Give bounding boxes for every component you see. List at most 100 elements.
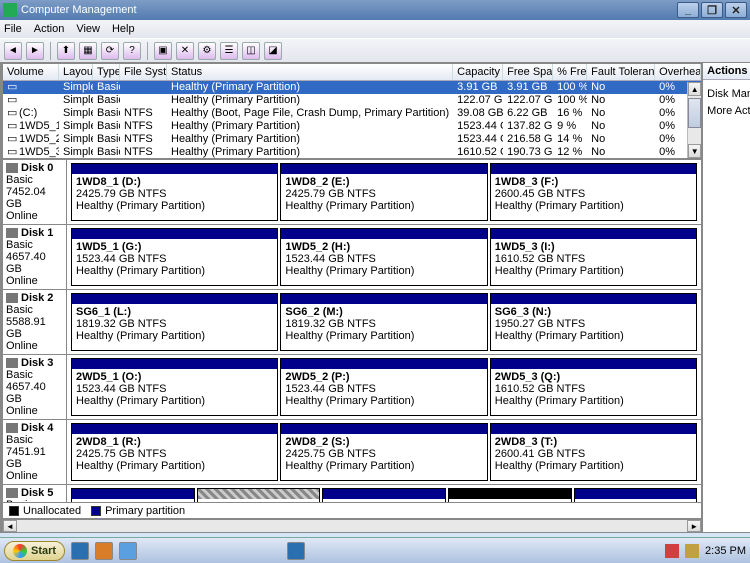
tray-icon[interactable] bbox=[685, 544, 699, 558]
legend-unallocated: Unallocated bbox=[23, 505, 81, 517]
titlebar: Computer Management _ ❐ ✕ bbox=[0, 0, 750, 20]
delete-button[interactable]: ✕ bbox=[176, 42, 194, 60]
disk-meta[interactable]: Disk 2Basic5588.91 GBOnline bbox=[3, 290, 67, 354]
view2-button[interactable]: ◪ bbox=[264, 42, 282, 60]
disk-meta[interactable]: Disk 1Basic4657.40 GBOnline bbox=[3, 225, 67, 289]
partition[interactable]: 2WD5_1 (O:)1523.44 GB NTFSHealthy (Prima… bbox=[71, 358, 278, 416]
partition[interactable]: SG6_2 (M:)1819.32 GB NTFSHealthy (Primar… bbox=[280, 293, 487, 351]
disk-meta[interactable]: Disk 4Basic7451.91 GBOnline bbox=[3, 420, 67, 484]
volume-list-scrollbar[interactable]: ▲ ▼ bbox=[687, 82, 701, 158]
partition[interactable]: XP (Z:)39.08 GB NTFS bbox=[71, 488, 195, 503]
app-icon bbox=[3, 3, 17, 17]
volume-list-header[interactable]: Volume Layout Type File System Status Ca… bbox=[3, 64, 701, 81]
close-button[interactable]: ✕ bbox=[725, 2, 747, 18]
disk-icon bbox=[6, 228, 18, 238]
disk-row: Disk 4Basic7451.91 GBOnline2WD8_1 (R:)24… bbox=[3, 420, 701, 485]
disk-meta[interactable]: Disk 5Basic232.88 GB bbox=[3, 485, 67, 503]
partition[interactable]: 2WD8_1 (R:)2425.75 GB NTFSHealthy (Prima… bbox=[71, 423, 278, 481]
partition[interactable]: 1WD5_2 (H:)1523.44 GB NTFSHealthy (Prima… bbox=[280, 228, 487, 286]
partition[interactable]: 28.76 GB bbox=[448, 488, 572, 503]
view-button[interactable]: ◫ bbox=[242, 42, 260, 60]
quicklaunch-icon[interactable] bbox=[95, 542, 113, 560]
col-freespace[interactable]: Free Space bbox=[503, 64, 553, 80]
disk-icon bbox=[6, 423, 18, 433]
tree-hscroll[interactable]: ◄ ► bbox=[2, 519, 702, 533]
partition[interactable]: 1WD5_1 (G:)1523.44 GB NTFSHealthy (Prima… bbox=[71, 228, 278, 286]
hscroll-left-icon[interactable]: ◄ bbox=[3, 520, 17, 532]
partition[interactable]: 2WD5_3 (Q:)1610.52 GB NTFSHealthy (Prima… bbox=[490, 358, 697, 416]
volume-row[interactable]: ▭SimpleBasicHealthy (Primary Partition)1… bbox=[3, 94, 701, 107]
volume-row[interactable]: ▭(C:)SimpleBasicNTFSHealthy (Boot, Page … bbox=[3, 107, 701, 120]
volume-row[interactable]: ▭SimpleBasicHealthy (Primary Partition)3… bbox=[3, 81, 701, 94]
col-fault[interactable]: Fault Tolerance bbox=[587, 64, 655, 80]
disk-meta[interactable]: Disk 3Basic4657.40 GBOnline bbox=[3, 355, 67, 419]
actions-more[interactable]: More Acti…▸ bbox=[707, 104, 750, 117]
back-button[interactable]: ◄ bbox=[4, 42, 22, 60]
menu-action[interactable]: Action bbox=[34, 23, 65, 35]
system-tray: 2:35 PM bbox=[665, 544, 746, 558]
minimize-button[interactable]: _ bbox=[677, 2, 699, 18]
start-button[interactable]: Start bbox=[4, 541, 65, 561]
col-capacity[interactable]: Capacity bbox=[453, 64, 503, 80]
tool-button[interactable]: ▣ bbox=[154, 42, 172, 60]
disk-row: Disk 1Basic4657.40 GBOnline1WD5_1 (G:)15… bbox=[3, 225, 701, 290]
partition[interactable]: SG6_1 (L:)1819.32 GB NTFSHealthy (Primar… bbox=[71, 293, 278, 351]
taskbar: Start 2:35 PM bbox=[0, 537, 750, 563]
disk-icon bbox=[6, 358, 18, 368]
restore-button[interactable]: ❐ bbox=[701, 2, 723, 18]
col-volume[interactable]: Volume bbox=[3, 64, 59, 80]
partition[interactable]: 2WD8_2 (S:)2425.75 GB NTFSHealthy (Prima… bbox=[280, 423, 487, 481]
disk-row: Disk 0Basic7452.04 GBOnline1WD8_1 (D:)24… bbox=[3, 160, 701, 225]
volume-row[interactable]: ▭1WD5_1 (G:)SimpleBasicNTFSHealthy (Prim… bbox=[3, 120, 701, 133]
col-pctfree[interactable]: % Free bbox=[553, 64, 587, 80]
legend-swatch-primary bbox=[91, 506, 101, 516]
col-overhead[interactable]: Overhead bbox=[655, 64, 701, 80]
up-button[interactable]: ⬆ bbox=[57, 42, 75, 60]
partition[interactable]: 1WD5_3 (I:)1610.52 GB NTFSHealthy (Prima… bbox=[490, 228, 697, 286]
list-button[interactable]: ☰ bbox=[220, 42, 238, 60]
windows-orb-icon bbox=[13, 544, 27, 558]
col-filesystem[interactable]: File System bbox=[120, 64, 167, 80]
volume-row[interactable]: ▭1WD5_2 (H:)SimpleBasicNTFSHealthy (Prim… bbox=[3, 133, 701, 146]
menu-view[interactable]: View bbox=[76, 23, 100, 35]
forward-button[interactable]: ► bbox=[26, 42, 44, 60]
help-button[interactable]: ? bbox=[123, 42, 141, 60]
disk-meta[interactable]: Disk 0Basic7452.04 GBOnline bbox=[3, 160, 67, 224]
col-type[interactable]: Type bbox=[93, 64, 120, 80]
partition[interactable]: SG6_3 (N:)1950.27 GB NTFSHealthy (Primar… bbox=[490, 293, 697, 351]
legend: Unallocated Primary partition bbox=[2, 503, 702, 519]
taskbar-clock[interactable]: 2:35 PM bbox=[705, 545, 746, 557]
partition[interactable]: 1WD8_3 (F:)2600.45 GB NTFSHealthy (Prima… bbox=[490, 163, 697, 221]
scroll-down-icon[interactable]: ▼ bbox=[688, 144, 701, 158]
scroll-up-icon[interactable]: ▲ bbox=[688, 82, 701, 96]
partition[interactable]: 2WD5_2 (P:)1523.44 GB NTFSHealthy (Prima… bbox=[280, 358, 487, 416]
partition[interactable]: 1WD8_1 (D:)2425.79 GB NTFSHealthy (Prima… bbox=[71, 163, 278, 221]
scroll-thumb[interactable] bbox=[688, 98, 701, 128]
actions-disk-management[interactable]: Disk Managem…▴ bbox=[707, 87, 750, 100]
properties-button[interactable]: ▦ bbox=[79, 42, 97, 60]
legend-primary: Primary partition bbox=[105, 505, 185, 517]
disk-row: Disk 2Basic5588.91 GBOnlineSG6_1 (L:)181… bbox=[3, 290, 701, 355]
partition[interactable]: 3.91 GB bbox=[197, 488, 321, 503]
volume-row[interactable]: ▭1WD5_3 (I:)SimpleBasicNTFSHealthy (Prim… bbox=[3, 146, 701, 159]
quicklaunch-icon[interactable] bbox=[71, 542, 89, 560]
actions-header: Actions bbox=[703, 63, 750, 80]
disk-graphical-view: Disk 0Basic7452.04 GBOnline1WD8_1 (D:)24… bbox=[2, 159, 702, 503]
col-status[interactable]: Status bbox=[167, 64, 453, 80]
settings-button[interactable]: ⚙ bbox=[198, 42, 216, 60]
col-layout[interactable]: Layout bbox=[59, 64, 93, 80]
menu-help[interactable]: Help bbox=[112, 23, 135, 35]
menu-file[interactable]: File bbox=[4, 23, 22, 35]
menubar: File Action View Help bbox=[0, 20, 750, 38]
taskbar-app-icon[interactable] bbox=[287, 542, 305, 560]
quicklaunch-icon[interactable] bbox=[119, 542, 137, 560]
window-title: Computer Management bbox=[21, 4, 137, 16]
hscroll-right-icon[interactable]: ► bbox=[687, 520, 701, 532]
partition[interactable]: 2WD8_3 (T:)2600.41 GB NTFSHealthy (Prima… bbox=[490, 423, 697, 481]
refresh-button[interactable]: ⟳ bbox=[101, 42, 119, 60]
partition[interactable]: 122.07 GB bbox=[322, 488, 446, 503]
partition[interactable]: 1WD8_2 (E:)2425.79 GB NTFSHealthy (Prima… bbox=[280, 163, 487, 221]
volume-list: Volume Layout Type File System Status Ca… bbox=[2, 63, 702, 159]
tray-icon[interactable] bbox=[665, 544, 679, 558]
partition[interactable]: (C:)39.08 GB NTFS bbox=[574, 488, 698, 503]
